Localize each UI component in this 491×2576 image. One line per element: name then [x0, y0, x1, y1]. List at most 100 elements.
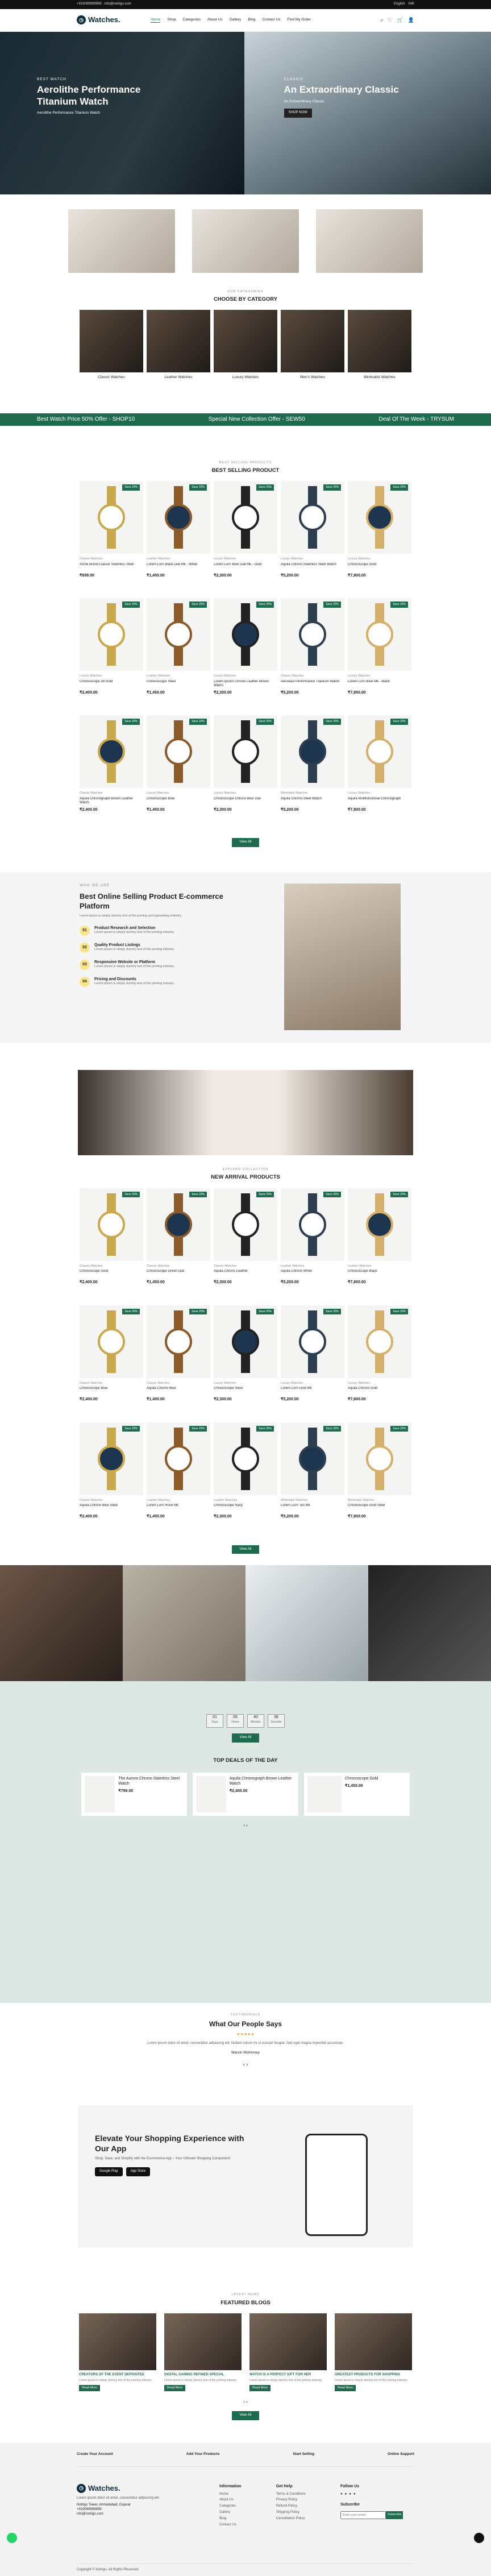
currency-select[interactable]: INR	[409, 2, 414, 7]
gallery-image[interactable]	[0, 1565, 123, 1681]
footer-link[interactable]: Shipping Policy	[276, 2511, 306, 2515]
gallery-image[interactable]	[123, 1565, 246, 1681]
nav-item[interactable]: Contact Us	[262, 18, 280, 23]
view-all-button[interactable]: View All	[232, 1545, 259, 1554]
footer-link[interactable]: Privacy Policy	[276, 2498, 306, 2503]
google-play-button[interactable]: Google Play	[95, 2167, 123, 2176]
product-card[interactable]: Save 20%Classic WatchesAquila Chronograp…	[80, 715, 143, 832]
product-image[interactable]: Save 20%	[214, 1188, 277, 1261]
product-name[interactable]: Aeronaut Performance Titanium Watch	[281, 680, 344, 689]
product-card[interactable]: Save 20%Leather WatchesLorem Lorn Rose M…	[147, 1422, 210, 1540]
product-card[interactable]: Save 20%Classic WatchesAquila Chrono Blu…	[80, 1422, 143, 1540]
product-card[interactable]: Save 20%Luxury WatchesChronoscope Steel₹…	[214, 1305, 277, 1422]
promo-image[interactable]	[192, 209, 299, 273]
footer-link[interactable]: Gallery	[219, 2511, 242, 2515]
product-image[interactable]: Save 20%	[80, 1188, 143, 1261]
deal-name[interactable]: Aquila Chronograph Brown Leather Watch	[230, 1776, 295, 1786]
product-image[interactable]: Save 20%	[281, 1188, 344, 1261]
product-name[interactable]: Aquila Chrono Steel Watch	[281, 797, 344, 806]
blog-card[interactable]: GREATEST PRODUCTS FOR SHOPPINGLorem ipsu…	[335, 2313, 412, 2391]
product-card[interactable]: Save 20%Leather WatchesAquila Chrono Whi…	[281, 1188, 344, 1305]
blog-image[interactable]	[335, 2313, 412, 2370]
footer-logo[interactable]: ◷Watches.	[77, 2484, 151, 2494]
search-icon[interactable]: ⌕	[380, 17, 383, 24]
blog-image[interactable]	[164, 2313, 242, 2370]
blog-pagination[interactable]: ‹ ›	[0, 2399, 491, 2405]
product-name[interactable]: Aquila Chrono Gold	[348, 1387, 411, 1396]
read-more-button[interactable]: Read More	[249, 2385, 271, 2391]
product-image[interactable]: Save 20%	[80, 481, 143, 554]
nav-item[interactable]: Blog	[248, 18, 255, 23]
product-image[interactable]: Save 20%	[348, 715, 411, 788]
category-card[interactable]: Classic Watches	[80, 310, 143, 380]
product-image[interactable]: Save 20%	[348, 481, 411, 554]
product-name[interactable]: Chronoscope Blue	[147, 797, 210, 806]
product-card[interactable]: Save 20%Luxury WatchesLorem Ipsum Chrono…	[214, 598, 277, 715]
product-image[interactable]: Save 20%	[281, 715, 344, 788]
blog-title[interactable]: DIGITAL GAMING REFINED SPECIAL	[164, 2373, 242, 2378]
nav-item[interactable]: Gallery	[230, 18, 242, 23]
nav-item[interactable]: Categories	[183, 18, 201, 23]
app-store-button[interactable]: App Store	[126, 2167, 151, 2176]
product-image[interactable]: Save 20%	[214, 1305, 277, 1378]
product-name[interactable]: Chronoscope Chrono Blue Dial	[214, 797, 277, 806]
blog-card[interactable]: CREATORS OF THE EVENT DEPOSITEDLorem ips…	[79, 2313, 156, 2391]
promo-image[interactable]	[316, 209, 423, 273]
product-image[interactable]: Save 20%	[80, 1305, 143, 1378]
product-image[interactable]: Save 20%	[281, 481, 344, 554]
blog-image[interactable]	[249, 2313, 327, 2370]
blog-title[interactable]: GREATEST PRODUCTS FOR SHOPPING	[335, 2373, 412, 2378]
read-more-button[interactable]: Read More	[335, 2385, 356, 2391]
product-card[interactable]: Save 20%Luxury WatchesAquila Chrono Stai…	[281, 481, 344, 598]
promo-image[interactable]	[68, 209, 175, 273]
product-card[interactable]: Save 20%Luxury WatchesChronoscope 38 Gol…	[80, 598, 143, 715]
product-card[interactable]: Save 20%Luxury WatchesChronoscope Gold₹7…	[348, 481, 411, 598]
footer-link[interactable]: Refund Policy	[276, 2504, 306, 2509]
product-card[interactable]: Save 20%Luxury WatchesLorem Lorn Gold Mk…	[281, 1305, 344, 1422]
blog-title[interactable]: WATCH IS A PERFECT GIFT FOR HER	[249, 2373, 327, 2378]
footer-link[interactable]: Terms & Conditions	[276, 2492, 306, 2497]
linkedin-icon[interactable]: ●	[353, 2492, 356, 2497]
email-text[interactable]: info@nxtrigo.com	[105, 2, 131, 6]
view-all-button[interactable]: View All	[232, 2411, 259, 2420]
product-image[interactable]: Save 20%	[348, 598, 411, 671]
footer-link[interactable]: About Us	[219, 2498, 242, 2503]
product-card[interactable]: Save 20%Classic WatchesAcme Brand Classi…	[80, 481, 143, 598]
product-card[interactable]: Save 20%Classic WatchesChronoscope Green…	[147, 1188, 210, 1305]
hero-slide-left[interactable]: BEST WATCH Aerolithe Performance Titaniu…	[0, 32, 244, 194]
product-name[interactable]: Chronoscope Gold Steel	[348, 1504, 411, 1513]
footer-phone[interactable]: +919099999999	[77, 2508, 185, 2512]
subscribe-button[interactable]: Subscribe	[386, 2511, 403, 2519]
product-card[interactable]: Save 20%Luxury WatchesLorem Lorn Blue Di…	[214, 481, 277, 598]
read-more-button[interactable]: Read More	[79, 2385, 100, 2391]
subscribe-email-input[interactable]	[340, 2511, 386, 2519]
product-name[interactable]: Aquila Chrono Blue	[147, 1387, 210, 1396]
blog-card[interactable]: DIGITAL GAMING REFINED SPECIALLorem ipsu…	[164, 2313, 242, 2391]
blog-image[interactable]	[79, 2313, 156, 2370]
instagram-icon[interactable]: ●	[345, 2492, 347, 2497]
nav-item[interactable]: Find My Order	[287, 18, 311, 23]
product-image[interactable]: Save 20%	[348, 1305, 411, 1378]
product-card[interactable]: Save 20%Classic WatchesAquila Chrono Lea…	[214, 1188, 277, 1305]
language-select[interactable]: English	[394, 2, 405, 7]
product-name[interactable]: Chronoscope Steel	[147, 680, 210, 689]
product-image[interactable]: Save 20%	[80, 1422, 143, 1495]
product-card[interactable]: Save 20%Classic WatchesAeronaut Performa…	[281, 598, 344, 715]
hero-slide-right[interactable]: CLASSIC An Extraordinary Classic An Extr…	[244, 32, 491, 194]
deals-pagination[interactable]: ‹ ›	[0, 1823, 491, 1828]
product-name[interactable]: Lorem Lorn Tan Mk	[281, 1504, 344, 1513]
product-card[interactable]: Save 20%Classic WatchesChronoscope Blue₹…	[80, 1305, 143, 1422]
product-image[interactable]: Save 20%	[214, 598, 277, 671]
product-name[interactable]: Lorem Lorn Blue Mk - Black	[348, 680, 411, 689]
product-name[interactable]: Lorem Ipsum Chrono Leather Brown Watch	[214, 680, 277, 689]
product-name[interactable]: Lorem Lorn Blue Dial Mk - Gold	[214, 563, 277, 572]
nav-item[interactable]: Shop	[167, 18, 176, 23]
product-card[interactable]: Save 20%Minimalist WatchesLorem Lorn Tan…	[281, 1422, 344, 1540]
product-card[interactable]: Save 20%Classic WatchesChronoscope Gold₹…	[80, 1188, 143, 1305]
product-name[interactable]: Lorem Lorn Rose Mk	[147, 1504, 210, 1513]
product-card[interactable]: Save 20%Leather WatchesLorem Lorn Black …	[147, 481, 210, 598]
product-name[interactable]: Chronoscope Steel	[214, 1387, 277, 1396]
product-image[interactable]: Save 20%	[80, 715, 143, 788]
shop-now-button[interactable]: SHOP NOW	[284, 109, 312, 118]
blog-title[interactable]: CREATORS OF THE EVENT DEPOSITED	[79, 2373, 156, 2378]
